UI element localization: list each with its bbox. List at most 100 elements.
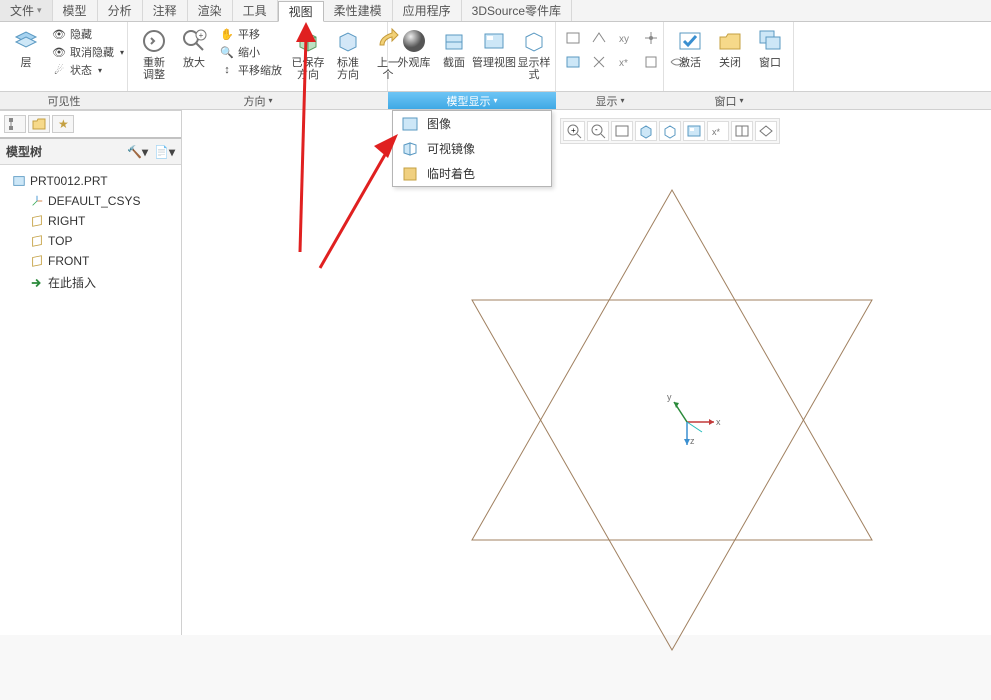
activate-label: 激活 <box>679 57 701 69</box>
window-button[interactable]: 窗口 <box>750 25 790 91</box>
std-direction-button[interactable]: 标准 方向 <box>328 25 368 91</box>
vt-saved-view[interactable] <box>683 121 705 141</box>
tree-item-csys[interactable]: DEFAULT_CSYS <box>4 191 177 211</box>
eye-slash-icon: 👁 <box>52 27 66 41</box>
pan-button[interactable]: ✋平移 <box>218 25 284 43</box>
dropdown-image[interactable]: 图像 <box>393 111 551 136</box>
svg-text:y: y <box>667 392 672 402</box>
plane-icon <box>30 234 44 248</box>
activate-button[interactable]: 激活 <box>670 25 710 91</box>
svg-text:+: + <box>199 31 204 40</box>
vt-shade[interactable] <box>635 121 657 141</box>
tab-3dsource[interactable]: 3DSource零件库 <box>462 0 572 21</box>
tab-analysis[interactable]: 分析 <box>98 0 143 21</box>
svg-text:★: ★ <box>58 117 69 131</box>
tab-annotate[interactable]: 注释 <box>143 0 188 21</box>
unhide-button[interactable]: 👁取消隐藏▾ <box>50 43 126 61</box>
pan-zoom-button[interactable]: ↕平移缩放 <box>218 61 284 79</box>
display-icon-7[interactable]: x* <box>614 52 636 72</box>
vt-wireframe[interactable] <box>659 121 681 141</box>
display-style-label: 显示样 式 <box>518 57 551 81</box>
chevron-down-icon: ▾ <box>268 96 272 105</box>
vt-annotations[interactable] <box>755 121 777 141</box>
vt-zoom-in[interactable]: + <box>563 121 585 141</box>
plane-icon <box>30 214 44 228</box>
glabel-text: 模型显示 <box>446 93 490 109</box>
appearance-button[interactable]: 外观库 <box>394 25 434 91</box>
dropdown-temp-color[interactable]: 临时着色 <box>393 161 551 186</box>
tree-item-front[interactable]: FRONT <box>4 251 177 271</box>
display-icon-3[interactable]: xy <box>614 28 636 48</box>
lp-tab-tree[interactable] <box>4 115 26 133</box>
display-icon-1[interactable] <box>562 28 584 48</box>
display-icon-5[interactable] <box>562 52 584 72</box>
display-style-icon <box>520 27 548 55</box>
tree-item-top[interactable]: TOP <box>4 231 177 251</box>
tree-item-right[interactable]: RIGHT <box>4 211 177 231</box>
lp-tab-folder[interactable] <box>28 115 50 133</box>
glabel-text: 窗口 <box>714 93 736 109</box>
display-icon-4[interactable] <box>640 28 662 48</box>
lp-tab-star[interactable]: ★ <box>52 115 74 133</box>
tree-item-label: DEFAULT_CSYS <box>48 194 140 208</box>
refresh-label: 重新 调整 <box>143 57 165 81</box>
tree-root-label: PRT0012.PRT <box>30 174 108 188</box>
tab-tools[interactable]: 工具 <box>233 0 278 21</box>
file-tab-label: 文件 <box>10 2 34 19</box>
tree-root[interactable]: PRT0012.PRT <box>4 171 177 191</box>
tab-label: 注释 <box>153 2 177 19</box>
tab-apps[interactable]: 应用程序 <box>393 0 462 21</box>
windows-icon <box>756 27 784 55</box>
left-panel-tabs: ★ <box>0 111 181 139</box>
vt-planes[interactable] <box>731 121 753 141</box>
vt-csys[interactable]: x* <box>707 121 729 141</box>
cube-icon <box>334 27 362 55</box>
vt-zoom-out[interactable]: - <box>587 121 609 141</box>
chevron-down-icon: ▾ <box>620 96 624 105</box>
section-label: 截面 <box>443 57 465 69</box>
pan-label: 平移 <box>238 26 260 42</box>
tab-render[interactable]: 渲染 <box>188 0 233 21</box>
display-icon-6[interactable] <box>588 52 610 72</box>
manage-view-button[interactable]: 管理视图 <box>474 25 514 91</box>
glabel-model-display[interactable]: 模型显示▾ <box>388 92 556 109</box>
pan-zoom-icon: ↕ <box>220 63 234 77</box>
layer-button[interactable]: 层 <box>6 25 46 91</box>
shrink-button[interactable]: 🔍缩小 <box>218 43 284 61</box>
check-icon <box>676 27 704 55</box>
tab-view[interactable]: 视图 <box>278 1 324 22</box>
folder-close-icon <box>716 27 744 55</box>
chevron-down-icon: ▾ <box>120 48 124 57</box>
vt-fit[interactable] <box>611 121 633 141</box>
close-label: 关闭 <box>719 57 741 69</box>
hammer-icon[interactable]: 🔨▾ <box>127 145 148 159</box>
model-display-dropdown: 图像 可视镜像 临时着色 <box>392 110 552 187</box>
viewport[interactable]: + - x* x y z <box>182 110 991 635</box>
dropdown-visual-mirror[interactable]: 可视镜像 <box>393 136 551 161</box>
saved-direction-button[interactable]: 已保存 方向 <box>288 25 328 91</box>
page-icon[interactable]: 📄▾ <box>154 145 175 159</box>
zoom-button[interactable]: + 放大 <box>174 25 214 91</box>
glabel-visibility: 可见性 <box>0 92 128 109</box>
tab-model[interactable]: 模型 <box>53 0 98 21</box>
status-button[interactable]: ☄状态▾ <box>50 61 126 79</box>
std-dir-label: 标准 方向 <box>337 57 359 81</box>
section-button[interactable]: 截面 <box>434 25 474 91</box>
glabel-display: 显示▾ <box>556 92 664 109</box>
color-icon <box>401 166 419 182</box>
hide-button[interactable]: 👁 隐藏 <box>50 25 126 43</box>
tab-flex[interactable]: 柔性建模 <box>324 0 393 21</box>
refresh-button[interactable]: 重新 调整 <box>134 25 174 91</box>
close-button[interactable]: 关闭 <box>710 25 750 91</box>
tree-item-insert[interactable]: 在此插入 <box>4 271 177 294</box>
file-tab[interactable]: 文件 ▾ <box>0 0 53 21</box>
display-style-button[interactable]: 显示样 式 <box>514 25 554 91</box>
display-icon-2[interactable] <box>588 28 610 48</box>
tab-label: 模型 <box>63 2 87 19</box>
tab-label: 视图 <box>289 3 313 20</box>
tab-label: 分析 <box>108 2 132 19</box>
hide-label: 隐藏 <box>70 26 92 42</box>
display-icon-8[interactable] <box>640 52 662 72</box>
insert-arrow-icon <box>30 276 44 290</box>
unhide-label: 取消隐藏 <box>70 44 114 60</box>
